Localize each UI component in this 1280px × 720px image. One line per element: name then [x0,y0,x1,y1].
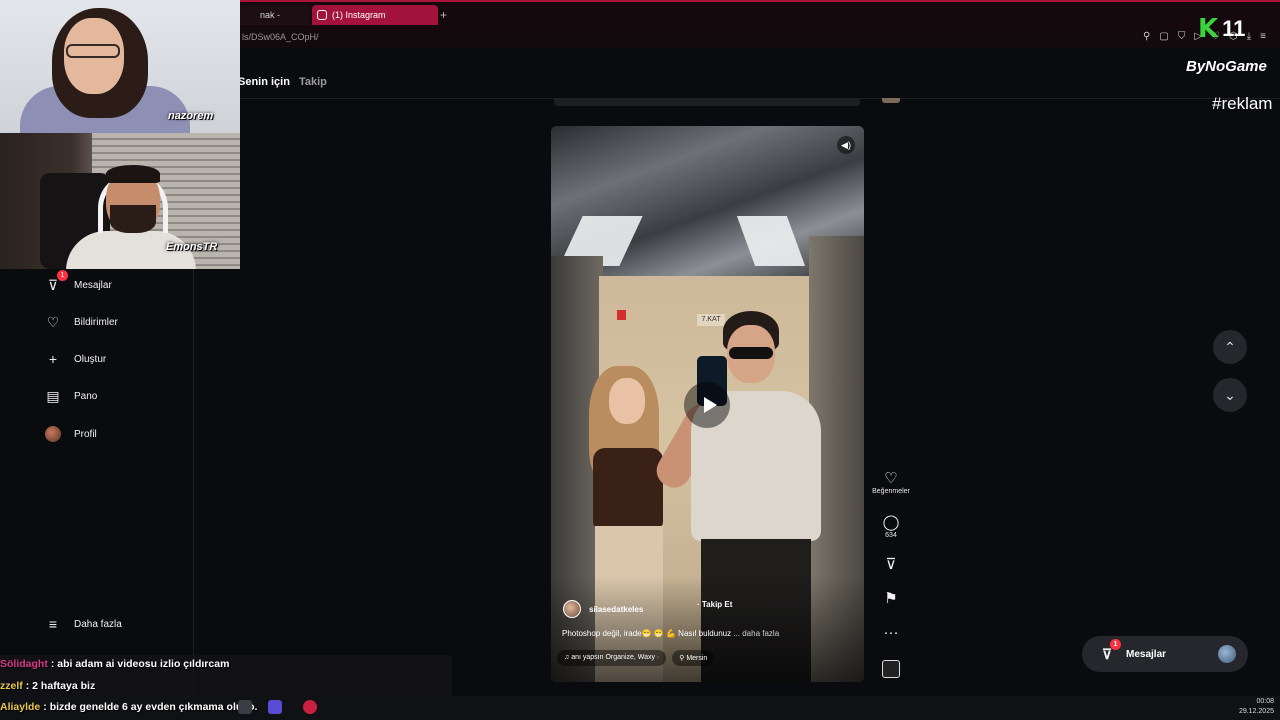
volume-icon[interactable]: ◀) [837,136,855,154]
menu-icon[interactable]: ≡ [1260,31,1266,42]
sidebar-item-label: Mesajlar [74,279,112,291]
sidebar-item-label: Pano [74,390,98,402]
chat-username: Sölidaght [0,658,48,670]
webcam-2: EmonsTR [0,133,240,269]
chevron-up-icon: ⌃ [1224,338,1236,355]
comment-icon: ◯ [882,514,900,531]
follow-label: Takip Et [701,600,733,609]
download-icon[interactable]: ⤓ [1247,31,1251,42]
notification-badge: 1 [1110,639,1121,650]
tab-instagram-label: (1) Instagram [332,10,386,20]
sidebar-item-more[interactable]: ≡ Daha fazla [44,611,122,637]
author-row[interactable]: silasedatkeles [563,600,643,618]
send-icon: ⊽ [885,556,897,573]
messages-popup-button[interactable]: ⊽ 1 Mesajlar [1082,636,1248,672]
more-options-button[interactable]: ··· [867,624,915,642]
bookmark-icon: ⚑ [884,590,898,607]
chat-username: zzelf [0,680,23,692]
sidebar-item-notifications[interactable]: ♡ Bildirimler [44,309,118,335]
system-clock[interactable]: 00:08 29.12.2025 [1239,697,1274,717]
send-icon: ⊽ 1 [1098,639,1121,663]
send-icon: ⊽ 1 [44,270,68,294]
reel-tags: ♫ anı yapsın Organize, Waxy · ⚲ Mersin [557,650,715,666]
hamburger-icon: ≡ [48,616,58,632]
pin-icon[interactable]: ⚲ [1143,31,1150,42]
play-icon [704,397,717,413]
profile-avatar [44,425,62,443]
tab-following[interactable]: Takip [299,76,327,88]
message-avatar [1218,645,1236,663]
stream-chat-last: Aliaylde: bizde genelde 6 ay evden çıkma… [0,698,455,720]
save-button[interactable]: ⚑ [867,590,915,608]
dashboard-icon: ▤ [46,387,60,404]
stream-chat: Sölidaght: abi adam ai videosu izlio çıl… [0,655,455,699]
shield-icon[interactable]: ⛉ [1178,31,1186,42]
previous-audio-thumb[interactable] [882,98,900,103]
heart-icon: ♡ [46,313,60,330]
taskbar-app-icon[interactable] [268,700,282,714]
next-reel-button[interactable]: ⌄ [1213,378,1247,412]
author-username[interactable]: silasedatkeles [589,605,643,614]
taskbar-app-icon[interactable] [238,700,252,714]
clock-date: 29.12.2025 [1238,708,1274,715]
sidebar-item-messages[interactable]: ⊽ 1 Mesajlar [44,270,112,298]
webcam-1: nazorem [0,0,240,133]
tab-instagram[interactable]: (1) Instagram [312,5,438,25]
k-logo-letter: K [1198,14,1219,44]
audio-tag[interactable]: ♫ anı yapsın Organize, Waxy · [557,650,667,666]
screenshot-icon[interactable]: ▢ [1159,31,1168,42]
ellipsis-icon: ··· [883,624,899,641]
chevron-down-icon: ⌄ [1224,386,1236,403]
previous-reel-button[interactable]: ⌃ [1213,330,1247,364]
comment-button[interactable]: ◯ 634 [867,514,915,539]
caption: Photoshop değil, irade😁 😁 💪 Nasıl buldun… [562,629,779,638]
sidebar-item-profile[interactable]: Profil [44,421,97,447]
share-button[interactable]: ⊽ [867,556,915,574]
sidebar-item-label: Profil [74,428,97,440]
clock-time: 00:08 [1256,698,1274,705]
author-avatar[interactable] [563,600,581,618]
heart-icon: ♡ [884,470,898,487]
like-button[interactable]: ♡ Beğenmeler [867,470,915,495]
chat-message: Sölidaght: abi adam ai videosu izlio çıl… [0,655,455,677]
previous-reel-preview[interactable] [554,98,860,106]
plus-icon: + [48,351,58,367]
tab-youtube[interactable]: nak - YouTube [240,5,310,40]
sidebar-item-create[interactable]: + Oluştur [44,346,106,372]
location-tag[interactable]: ⚲ Mersin [672,650,715,666]
caption-more-link[interactable]: ... daha fazla [733,629,779,638]
caption-text: Photoshop değil, irade😁 😁 💪 Nasıl buldun… [562,629,732,638]
notification-badge: 1 [57,270,68,281]
chat-text: : 2 haftaya biz [25,680,96,692]
k11-logo: K 11 [1198,14,1245,44]
likes-label: Beğenmeler [872,488,910,495]
chat-text: : abi adam ai videosu izlio çıldırcam [50,658,230,670]
audio-thumbnail[interactable] [882,660,900,678]
messages-label: Mesajlar [1126,648,1167,660]
ad-hashtag: #reklam [1212,94,1273,113]
url-text[interactable]: ls/DSw06A_COpH/ [242,32,319,42]
chat-text: : bizde genelde 6 ay evden çıkmama oluyo… [43,701,258,713]
sponsor-brand: ByNoGame [1186,58,1267,75]
new-tab-button[interactable]: + [440,8,447,22]
taskbar-app-icon[interactable] [303,700,317,714]
play-button[interactable] [684,382,730,428]
feed-tabs: Senin için Takip [238,76,327,88]
follow-button[interactable]: · Takip Et [697,600,732,609]
sidebar-item-label: Oluştur [74,353,107,365]
webcam-2-name: EmonsTR [166,241,218,253]
sidebar-item-dashboard[interactable]: ▤ Pano [44,383,97,409]
comments-count: 634 [885,532,897,539]
instagram-icon [317,10,327,20]
screen: nak - YouTube (1) Instagram + ls/DSw06A_… [0,0,1280,720]
webcam-1-name: nazorem [168,110,214,122]
k-logo-number: 11 [1222,16,1246,41]
reel-video[interactable]: 7.KAT ◀) silasedatkeles · Takip Et Photo… [551,126,864,682]
chat-username: Aliaylde [0,701,41,713]
chat-message: Aliaylde: bizde genelde 6 ay evden çıkma… [0,698,455,720]
sidebar-item-label: Daha fazla [74,618,122,630]
tab-for-you[interactable]: Senin için [238,76,290,88]
sidebar-item-label: Bildirimler [74,316,118,328]
